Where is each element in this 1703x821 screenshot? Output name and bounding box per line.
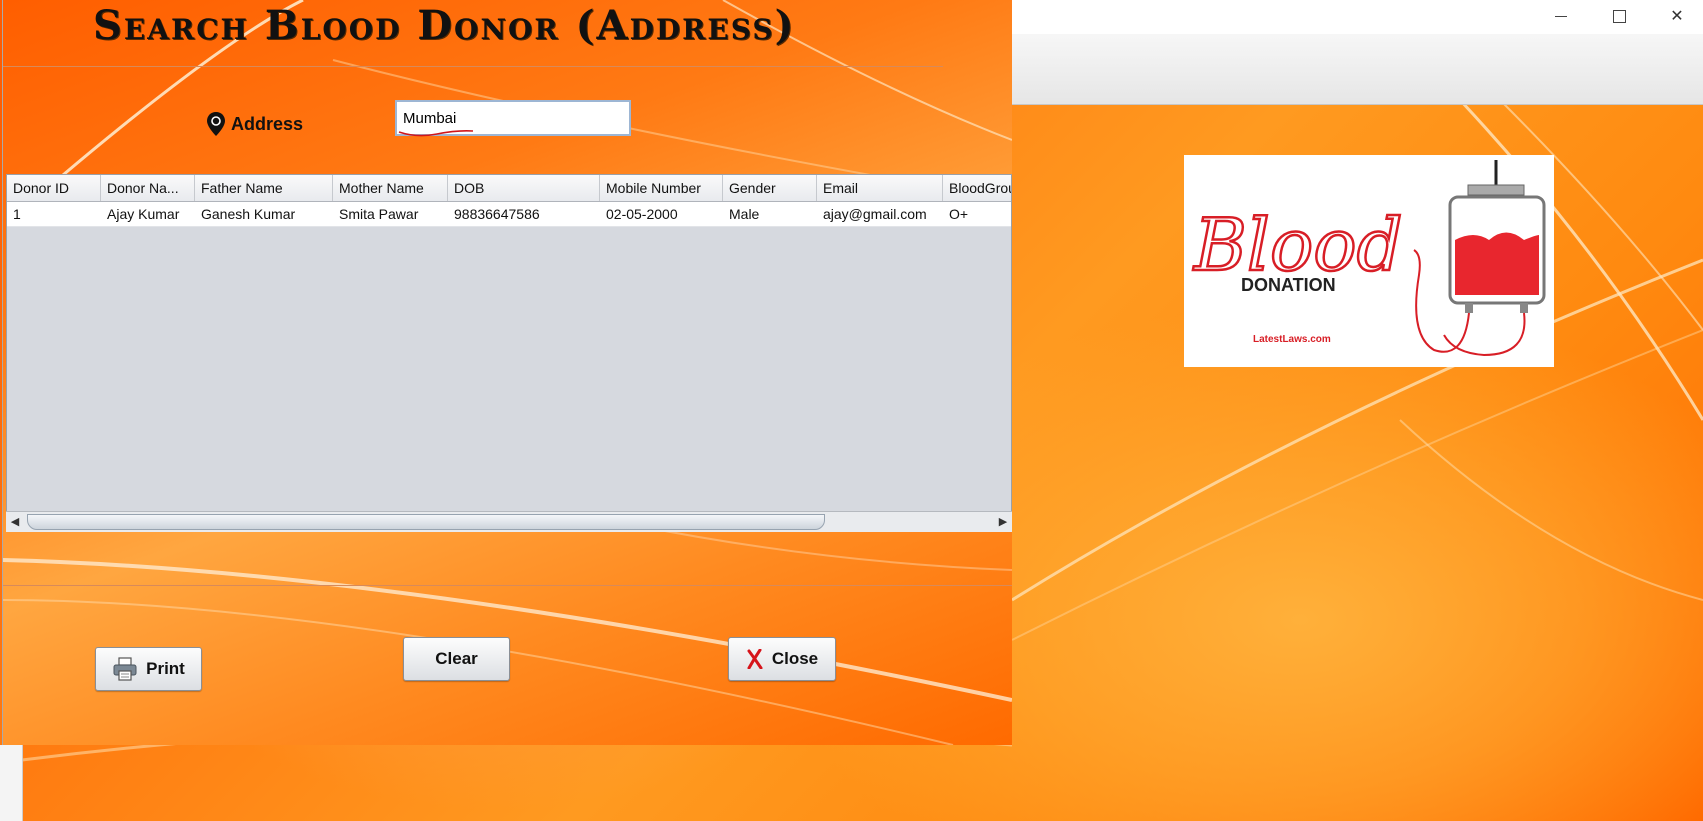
- address-label: Address: [231, 114, 304, 134]
- window-close-button[interactable]: ✕: [1654, 2, 1700, 30]
- spellcheck-underline: [398, 130, 474, 137]
- blood-bag-icon: [1413, 160, 1546, 357]
- column-header-blood-group[interactable]: BloodGrou: [943, 175, 1011, 201]
- column-header-mother-name[interactable]: Mother Name: [333, 175, 448, 201]
- scrollbar-thumb[interactable]: [27, 514, 825, 530]
- search-donor-form: Search Blood Donor (Address) Address Don…: [3, 0, 1012, 745]
- donor-results-table[interactable]: Donor ID Donor Na... Father Name Mother …: [6, 174, 1012, 532]
- scroll-left-arrow-icon[interactable]: ◀: [8, 515, 22, 529]
- cell-email: ajay@gmail.com: [823, 206, 927, 222]
- printer-icon: [113, 657, 137, 681]
- buttons-divider: [3, 585, 1012, 586]
- column-header-dob[interactable]: DOB: [448, 175, 600, 201]
- cell-mobile-number: 02-05-2000: [606, 206, 678, 222]
- logo-subtitle: DONATION: [1241, 275, 1336, 295]
- maximize-icon: [1612, 9, 1626, 23]
- print-button-label: Print: [146, 659, 185, 678]
- minimize-icon: [1555, 15, 1567, 17]
- window-minimize-button[interactable]: [1538, 2, 1584, 30]
- column-header-gender[interactable]: Gender: [723, 175, 817, 201]
- cell-blood-group: O+: [949, 206, 969, 222]
- cell-donor-name: Ajay Kumar: [107, 206, 180, 222]
- underlying-window-edge: [0, 745, 23, 821]
- column-header-mobile-number[interactable]: Mobile Number: [600, 175, 723, 201]
- close-x-icon: ✕: [1670, 8, 1684, 25]
- column-header-father-name[interactable]: Father Name: [195, 175, 333, 201]
- column-header-donor-id[interactable]: Donor ID: [7, 175, 101, 201]
- cell-mother-name: Smita Pawar: [339, 206, 419, 222]
- location-pin-icon: [207, 112, 225, 136]
- cell-dob: 98836647586: [454, 206, 540, 222]
- clear-button-label: Clear: [435, 649, 478, 668]
- title-divider: [3, 66, 943, 67]
- clear-button[interactable]: Clear: [403, 637, 510, 681]
- column-header-donor-name[interactable]: Donor Na...: [101, 175, 195, 201]
- page-title: Search Blood Donor (Address): [93, 2, 796, 49]
- logo-site: LatestLaws.com: [1253, 334, 1331, 345]
- cell-gender: Male: [729, 206, 760, 222]
- column-header-email[interactable]: Email: [817, 175, 943, 201]
- cell-father-name: Ganesh Kumar: [201, 206, 296, 222]
- scroll-right-arrow-icon[interactable]: ▶: [996, 515, 1010, 529]
- table-header: Donor ID Donor Na... Father Name Mother …: [7, 175, 1011, 202]
- blood-donation-logo: Blood DONATION LatestLaws.com: [1184, 155, 1554, 367]
- close-button[interactable]: Close: [728, 637, 836, 681]
- table-horizontal-scrollbar[interactable]: ◀ ▶: [6, 511, 1012, 532]
- red-x-icon: [747, 649, 763, 669]
- table-row[interactable]: 1 Ajay Kumar Ganesh Kumar Smita Pawar 98…: [7, 202, 1011, 227]
- print-button[interactable]: Print: [95, 647, 202, 691]
- window-maximize-button[interactable]: [1596, 2, 1642, 30]
- cell-donor-id: 1: [13, 206, 21, 222]
- close-button-label: Close: [771, 649, 819, 668]
